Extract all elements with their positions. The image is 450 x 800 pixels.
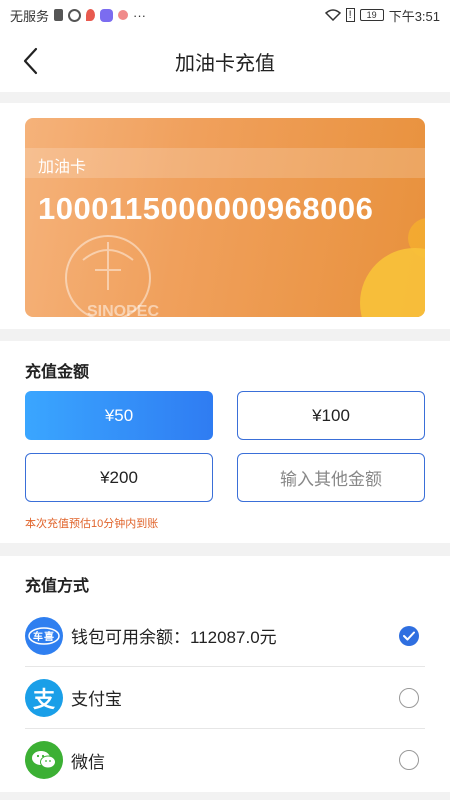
carrier-text: 无服务 [10, 8, 50, 24]
card-number: 1000115000000968006 [38, 191, 374, 226]
amount-option-100[interactable]: ¥100 [237, 391, 425, 440]
svg-text:SINOPEC: SINOPEC [87, 303, 159, 317]
payment-label: 钱包可用余额：112087.0元 [71, 628, 277, 647]
sim-alert-icon [54, 9, 64, 21]
app-notify-icon-2 [118, 10, 129, 20]
alert-icon: ! [345, 8, 355, 22]
svg-text:喜: 喜 [44, 630, 54, 643]
svg-text:车: 车 [33, 630, 43, 643]
chevron-left-icon [23, 47, 38, 75]
card-label: 加油卡 [38, 159, 87, 176]
payment-label: 微信 [71, 752, 105, 772]
amount-section: 充值金额 ¥50 ¥100 ¥200 输入其他金额 本次充值预估10分钟内到账 [0, 341, 450, 543]
radio-unchecked[interactable] [399, 687, 419, 708]
page-title: 加油卡充值 [175, 52, 275, 75]
alipay-icon: 支 [25, 678, 63, 717]
radio-unchecked[interactable] [399, 750, 419, 770]
payment-title: 充值方式 [25, 578, 90, 595]
page-header: 加油卡充值 [0, 30, 450, 92]
amount-option-50[interactable]: ¥50 [25, 391, 213, 440]
payment-label: 支付宝 [71, 690, 122, 709]
back-button[interactable] [14, 44, 46, 78]
app-notify-icon [100, 8, 114, 22]
location-pin-icon [86, 9, 96, 21]
battery-icon: 19 [359, 9, 384, 21]
more-notifications: ··· [133, 7, 147, 23]
wifi-icon [324, 9, 341, 21]
payment-option-wechat[interactable]: 微信 [25, 729, 425, 791]
gas-card: 加油卡 1000115000000968006 SINOPEC [25, 118, 425, 317]
clock: 下午3:51 [388, 8, 440, 24]
card-decoration [360, 248, 425, 317]
payment-option-wallet[interactable]: 车喜 钱包可用余额：112087.0元 [25, 605, 425, 667]
card-section: 加油卡 1000115000000968006 SINOPEC [0, 103, 450, 329]
radio-checked[interactable] [399, 625, 419, 646]
globe-icon [68, 8, 82, 22]
status-right: ! 19 下午3:51 [324, 6, 440, 25]
battery-level: 19 [366, 10, 377, 20]
check-icon [403, 631, 415, 640]
sinopec-logo: SINOPEC [65, 235, 159, 317]
payment-section: 充值方式 车喜 钱包可用余额：112087.0元 支 支付宝 微信 [0, 556, 450, 792]
wechat-icon [25, 741, 63, 779]
amount-title: 充值金额 [25, 364, 90, 381]
status-left: 无服务 ··· [10, 6, 146, 25]
custom-amount-input[interactable]: 输入其他金额 [237, 453, 425, 502]
status-bar: 无服务 ··· ! 19 下午3:51 [0, 0, 450, 30]
wallet-app-icon: 车喜 [25, 616, 63, 655]
arrival-note: 本次充值预估10分钟内到账 [25, 518, 159, 530]
payment-option-alipay[interactable]: 支 支付宝 [25, 667, 425, 729]
amount-option-200[interactable]: ¥200 [25, 453, 213, 502]
